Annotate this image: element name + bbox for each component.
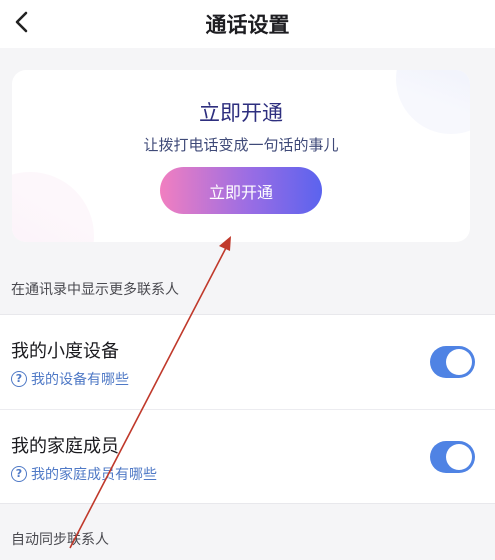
question-circle-icon: ?	[11, 466, 27, 482]
top-nav-bar: 通话设置	[0, 0, 495, 48]
setting-title: 我的小度设备	[11, 341, 119, 362]
toggle-knob	[446, 444, 472, 470]
family-help-link[interactable]: ? 我的家庭成员有哪些	[11, 464, 157, 484]
contacts-section-caption: 在通讯录中显示更多联系人	[11, 282, 179, 298]
question-circle-icon: ?	[11, 371, 27, 387]
sync-section-caption: 自动同步联系人	[11, 532, 109, 548]
setting-row-devices: 我的小度设备 ? 我的设备有哪些	[0, 315, 495, 409]
setting-title: 我的家庭成员	[11, 436, 119, 457]
page-title: 通话设置	[205, 13, 290, 37]
help-link-label: 我的家庭成员有哪些	[31, 467, 157, 483]
activate-now-button[interactable]: 立即开通	[160, 167, 322, 214]
promo-title: 立即开通	[199, 101, 283, 125]
decorative-circle	[12, 172, 94, 242]
promo-subtitle: 让拨打电话变成一句话的事儿	[143, 136, 339, 154]
family-toggle[interactable]	[430, 441, 475, 473]
promo-card: 立即开通 让拨打电话变成一句话的事儿 立即开通	[12, 70, 470, 242]
devices-toggle[interactable]	[430, 346, 475, 378]
help-link-label: 我的设备有哪些	[31, 372, 129, 388]
devices-help-link[interactable]: ? 我的设备有哪些	[11, 369, 129, 389]
settings-list: 我的小度设备 ? 我的设备有哪些 我的家庭成员 ? 我的家庭成员有哪些	[0, 314, 495, 504]
toggle-knob	[446, 349, 472, 375]
setting-row-family: 我的家庭成员 ? 我的家庭成员有哪些	[0, 409, 495, 503]
